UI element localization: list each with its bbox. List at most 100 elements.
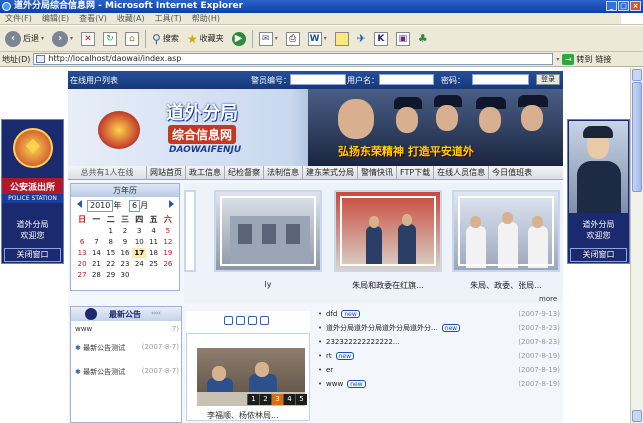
- announcement-title[interactable]: 最新公告测试: [83, 344, 125, 352]
- calendar-day[interactable]: 18: [146, 248, 160, 258]
- prev-month-icon[interactable]: [77, 200, 82, 208]
- right-float-ad[interactable]: 道外分局 欢迎您 关闭窗口: [567, 119, 630, 264]
- tools-button[interactable]: ▣: [394, 29, 412, 49]
- calendar-day[interactable]: 7: [89, 237, 103, 247]
- announcement-title[interactable]: 最新公告测试: [83, 368, 125, 376]
- photo-thumbnail[interactable]: [214, 190, 322, 272]
- address-dropdown-icon[interactable]: ▾: [556, 56, 559, 63]
- calendar-day[interactable]: 25: [146, 259, 160, 269]
- list-item[interactable]: • www new (2007-8-19): [318, 377, 560, 391]
- nav-political-info[interactable]: 政工信息: [185, 166, 224, 179]
- calendar-day[interactable]: 12: [161, 237, 175, 247]
- calendar-day[interactable]: 22: [104, 259, 118, 269]
- article-title[interactable]: 232322222222222...: [326, 338, 399, 346]
- list-item[interactable]: • 232322222222222... (2007-8-23): [318, 335, 560, 349]
- messenger-button[interactable]: ✈: [355, 29, 368, 49]
- print-button[interactable]: ⎙: [284, 29, 302, 49]
- article-title[interactable]: dfd: [326, 310, 337, 318]
- next-month-icon[interactable]: [169, 200, 174, 208]
- month-select[interactable]: 6: [129, 200, 141, 212]
- calendar-day[interactable]: 27: [75, 270, 89, 280]
- list-item[interactable]: • rt new (2007-8-19): [318, 349, 560, 363]
- nav-legal-info[interactable]: 法制信息: [263, 166, 302, 179]
- menu-file[interactable]: 文件(F): [0, 13, 37, 24]
- scroll-thumb[interactable]: [632, 82, 642, 192]
- calendar-day[interactable]: 15: [104, 248, 118, 258]
- login-button[interactable]: 登录: [536, 74, 560, 85]
- year-select[interactable]: 2010: [87, 200, 114, 212]
- calendar-day[interactable]: 23: [118, 259, 132, 269]
- slideshow-page-button[interactable]: 4: [283, 394, 295, 405]
- research-button[interactable]: K: [372, 29, 390, 49]
- maximize-button[interactable]: □: [618, 1, 629, 11]
- calendar-day[interactable]: 21: [89, 259, 103, 269]
- online-users-link[interactable]: 在线用户列表: [70, 75, 118, 86]
- list-item[interactable]: ✱ 最新公告测试 (2007-8-7): [75, 343, 179, 353]
- calendar-day[interactable]: 29: [104, 270, 118, 280]
- username-input[interactable]: [379, 74, 434, 85]
- scroll-up-button[interactable]: [632, 69, 642, 81]
- calendar-day[interactable]: 6: [75, 237, 89, 247]
- calendar-day[interactable]: 30: [118, 270, 132, 280]
- ad-left-close-button[interactable]: 关闭窗口: [4, 248, 61, 262]
- calendar-day[interactable]: 20: [75, 259, 89, 269]
- nav-ftp-download[interactable]: FTP下载: [396, 166, 433, 179]
- list-item[interactable]: ✱ 最新公告测试 (2007-8-7): [75, 367, 179, 377]
- vertical-scrollbar[interactable]: [630, 68, 643, 423]
- menu-favorites[interactable]: 收藏(A): [112, 13, 150, 24]
- calendar-day[interactable]: 5: [161, 226, 175, 236]
- article-title[interactable]: rt: [326, 352, 332, 360]
- nav-discipline[interactable]: 纪检督察: [224, 166, 263, 179]
- search-button[interactable]: ⚲ 搜索: [150, 29, 181, 49]
- nav-home[interactable]: 网站首页: [146, 166, 185, 179]
- close-window-button[interactable]: ×: [630, 1, 641, 11]
- list-item[interactable]: • dfd new (2007-9-13): [318, 307, 560, 321]
- photo-caption[interactable]: 朱局和政委在红旗...: [334, 280, 442, 291]
- left-float-ad[interactable]: 公安派出所 POLICE STATION 道外分局 欢迎您 关闭窗口: [1, 119, 64, 264]
- calendar-day[interactable]: 9: [118, 237, 132, 247]
- calendar-day[interactable]: 13: [75, 248, 89, 258]
- photo-thumbnail[interactable]: [334, 190, 442, 272]
- nav-duty-roster[interactable]: 今日值班表: [488, 166, 535, 179]
- calendar-day[interactable]: 10: [132, 237, 146, 247]
- scroll-down-button[interactable]: [632, 410, 642, 422]
- calendar-day[interactable]: 19: [161, 248, 175, 258]
- calendar-day[interactable]: 28: [89, 270, 103, 280]
- mail-button[interactable]: ✉ ▾: [257, 29, 280, 49]
- article-title[interactable]: 道外分局道外分局道外分局道外分...: [326, 324, 438, 332]
- menu-edit[interactable]: 编辑(E): [37, 13, 74, 24]
- slideshow-page-button[interactable]: 2: [259, 394, 271, 405]
- nav-online-staff[interactable]: 在线人员信息: [433, 166, 488, 179]
- announcement-title[interactable]: www: [75, 325, 92, 333]
- links-label[interactable]: 链接: [595, 54, 611, 65]
- ad-right-close-button[interactable]: 关闭窗口: [570, 248, 627, 262]
- calendar-day[interactable]: 2: [118, 226, 132, 236]
- discuss-button[interactable]: [333, 29, 351, 49]
- address-input[interactable]: http://localhost/daowai/index.asp: [33, 53, 554, 65]
- calendar-day[interactable]: 1: [104, 226, 118, 236]
- photo-thumbnail[interactable]: [452, 190, 560, 272]
- photo-caption[interactable]: ly: [214, 280, 322, 289]
- slideshow-page-button[interactable]: 3: [271, 394, 283, 405]
- article-title[interactable]: www: [326, 380, 343, 388]
- calendar-day[interactable]: 16: [118, 248, 132, 258]
- go-button[interactable]: → 转到: [562, 53, 592, 65]
- menu-help[interactable]: 帮助(H): [187, 13, 225, 24]
- list-item[interactable]: www 7): [75, 325, 179, 333]
- refresh-button[interactable]: ↻: [101, 29, 119, 49]
- media-button[interactable]: ▶: [230, 29, 248, 49]
- calendar-day[interactable]: 4: [146, 226, 160, 236]
- officer-id-input[interactable]: [290, 74, 346, 85]
- photo-caption[interactable]: 朱局、政委、张局...: [452, 280, 560, 291]
- slideshow-page-button[interactable]: 1: [247, 394, 259, 405]
- menu-view[interactable]: 查看(V): [74, 13, 112, 24]
- article-title[interactable]: er: [326, 366, 333, 374]
- calendar-day[interactable]: 3: [132, 226, 146, 236]
- calendar-day[interactable]: 11: [146, 237, 160, 247]
- calendar-day[interactable]: 26: [161, 259, 175, 269]
- calendar-day[interactable]: 14: [89, 248, 103, 258]
- minimize-button[interactable]: _: [606, 1, 617, 11]
- list-item[interactable]: • er (2007-8-19): [318, 363, 560, 377]
- favorites-button[interactable]: ★ 收藏夹: [185, 29, 226, 49]
- more-photos-link[interactable]: more: [539, 295, 557, 303]
